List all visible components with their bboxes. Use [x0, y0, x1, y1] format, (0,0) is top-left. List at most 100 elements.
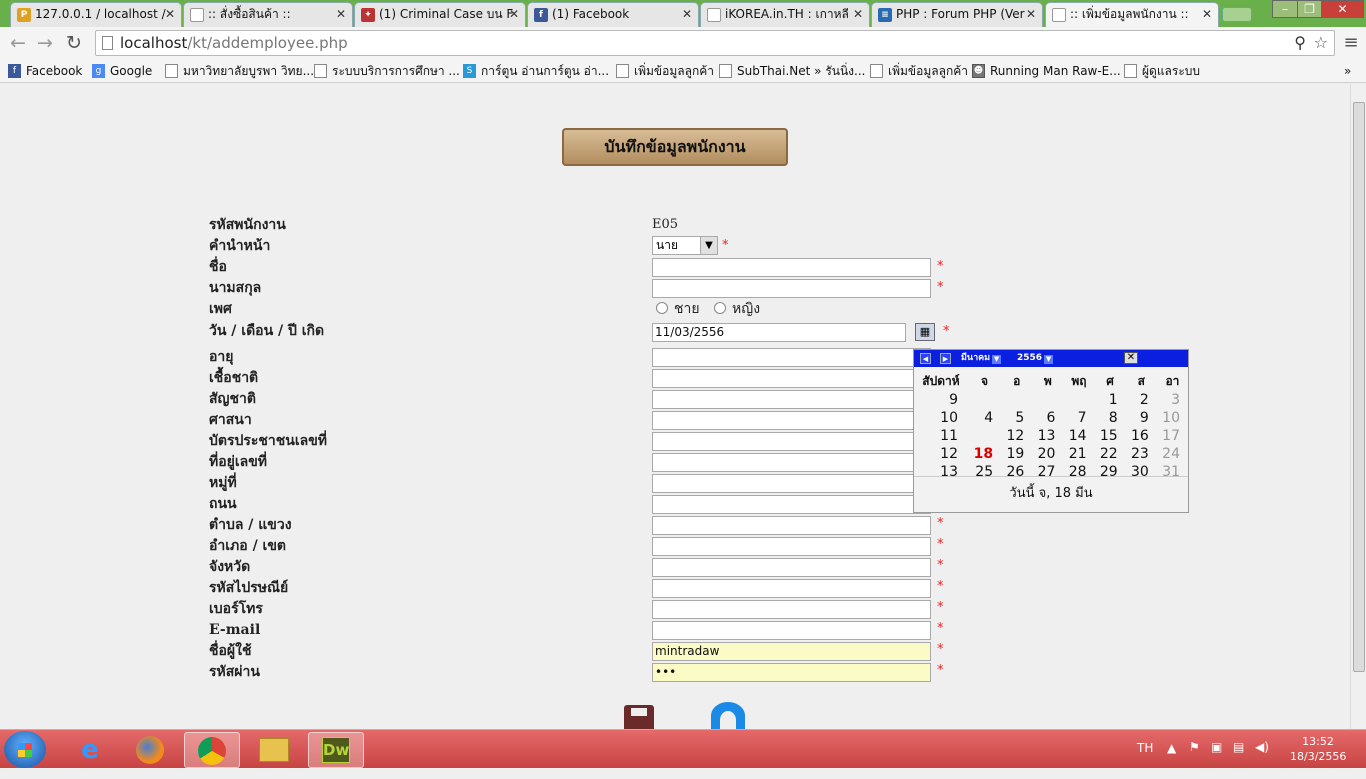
id-card-input[interactable]: [652, 432, 931, 451]
dropdown-arrow-icon[interactable]: ▼: [992, 355, 1002, 364]
reload-icon[interactable]: ↻: [62, 31, 86, 55]
tab-php-forum[interactable]: ≡ PHP : Forum PHP (Ver ✕: [871, 2, 1043, 27]
calendar-day[interactable]: 24: [1157, 445, 1188, 463]
star-icon[interactable]: ☆: [1314, 31, 1328, 55]
bookmark-admin[interactable]: ผู้ดูแลระบบ: [1124, 62, 1200, 80]
close-icon[interactable]: ✕: [1026, 3, 1036, 26]
religion-input[interactable]: [652, 411, 931, 430]
bookmark-education[interactable]: ระบบบริการการศึกษา ...: [314, 62, 460, 80]
calendar-day[interactable]: 8: [1095, 409, 1126, 427]
age-input[interactable]: [652, 348, 931, 367]
calendar-day[interactable]: 12: [1001, 427, 1032, 445]
email-input[interactable]: [652, 621, 931, 640]
tab-ikorea[interactable]: iKOREA.in.TH : เกาหลี ✕: [700, 2, 870, 27]
month-select[interactable]: มีนาคม ▼: [961, 350, 1002, 367]
calendar-day[interactable]: 10: [1157, 409, 1188, 427]
first-name-input[interactable]: [652, 258, 931, 277]
last-name-input[interactable]: [652, 279, 931, 298]
network-icon[interactable]: ▤: [1233, 740, 1244, 754]
close-icon[interactable]: ✕: [853, 3, 863, 26]
vertical-scrollbar[interactable]: [1350, 84, 1366, 729]
calendar-day[interactable]: 22: [1095, 445, 1126, 463]
calendar-day[interactable]: 3: [1157, 391, 1188, 409]
phone-input[interactable]: [652, 600, 931, 619]
save-icon[interactable]: [624, 705, 654, 729]
close-icon[interactable]: ✕: [509, 3, 519, 26]
nationality-input[interactable]: [652, 390, 931, 409]
calendar-day[interactable]: 21: [1063, 445, 1094, 463]
province-input[interactable]: [652, 558, 931, 577]
clock[interactable]: 13:52 18/3/2556: [1290, 734, 1346, 764]
tab-order-products[interactable]: :: สั่งซื้อสินค้า :: ✕: [183, 2, 353, 27]
house-no-input[interactable]: [652, 453, 931, 472]
scrollbar-thumb[interactable]: [1353, 102, 1365, 672]
gender-male-radio[interactable]: [656, 302, 668, 314]
calendar-day[interactable]: 2: [1126, 391, 1157, 409]
calendar-icon[interactable]: ▦: [915, 323, 935, 341]
calendar-day[interactable]: 18: [968, 445, 1001, 463]
minimize-icon[interactable]: –: [1272, 0, 1298, 18]
file-explorer-icon[interactable]: [246, 732, 302, 768]
forward-arrow-icon[interactable]: →: [33, 31, 57, 55]
back-arrow-icon[interactable]: ←: [6, 31, 30, 55]
start-button[interactable]: [4, 731, 46, 768]
bookmark-add-customer[interactable]: เพิ่มข้อมูลลูกค้า: [616, 62, 714, 80]
ethnicity-input[interactable]: [652, 369, 931, 388]
today-footer[interactable]: วันนี้ จ, 18 มีน: [914, 476, 1188, 512]
village-input[interactable]: [652, 474, 931, 493]
device-icon[interactable]: ▣: [1211, 740, 1222, 754]
close-icon[interactable]: ✕: [682, 3, 692, 26]
calendar-day[interactable]: 17: [1157, 427, 1188, 445]
dropdown-arrow-icon[interactable]: ▼: [1044, 355, 1054, 364]
prefix-select[interactable]: นาย ▼: [652, 236, 718, 255]
calendar-day[interactable]: 19: [1001, 445, 1032, 463]
show-hidden-icons-icon[interactable]: ▲: [1167, 741, 1176, 755]
chrome-icon[interactable]: [184, 732, 240, 768]
bookmark-burapha[interactable]: มหาวิทยาลัยบูรพา วิทย...: [165, 62, 314, 80]
firefox-icon[interactable]: [122, 732, 178, 768]
tab-phpmyadmin[interactable]: P 127.0.0.1 / localhost / ✕: [10, 2, 182, 27]
bookmark-cartoon[interactable]: S การ์ตูน อ่านการ์ตูน อ่า...: [463, 62, 609, 80]
volume-icon[interactable]: ◀): [1255, 740, 1269, 754]
road-input[interactable]: [652, 495, 931, 514]
tab-facebook[interactable]: f (1) Facebook ✕: [527, 2, 699, 27]
username-input[interactable]: mintradaw: [652, 642, 931, 661]
close-window-icon[interactable]: ✕: [1321, 0, 1364, 18]
flag-icon[interactable]: ⚑: [1189, 740, 1200, 754]
calendar-day[interactable]: 20: [1032, 445, 1063, 463]
calendar-day[interactable]: 1: [1095, 391, 1126, 409]
district-input[interactable]: [652, 537, 931, 556]
bookmark-google[interactable]: g Google: [92, 62, 152, 80]
tab-add-employee[interactable]: :: เพิ่มข้อมูลพนักงาน :: ✕: [1045, 2, 1219, 27]
tab-criminal-case[interactable]: ✦ (1) Criminal Case บน F ✕: [354, 2, 526, 27]
gender-female-radio[interactable]: [714, 302, 727, 314]
dreamweaver-icon[interactable]: Dw: [308, 732, 364, 768]
birth-date-input[interactable]: 11/03/2556: [652, 323, 906, 342]
calendar-day[interactable]: 6: [1032, 409, 1063, 427]
calendar-day[interactable]: 14: [1063, 427, 1094, 445]
prev-month-icon[interactable]: ◀: [920, 353, 931, 364]
close-icon[interactable]: ✕: [1202, 3, 1212, 26]
close-icon[interactable]: ✕: [336, 3, 346, 26]
dropdown-arrow-icon[interactable]: ▼: [700, 237, 717, 254]
year-select[interactable]: 2556 ▼: [1017, 350, 1054, 367]
calendar-day[interactable]: 15: [1095, 427, 1126, 445]
calendar-day[interactable]: 5: [1001, 409, 1032, 427]
close-icon[interactable]: ✕: [1124, 352, 1138, 364]
subdistrict-input[interactable]: [652, 516, 931, 535]
postcode-input[interactable]: [652, 579, 931, 598]
bookmark-facebook[interactable]: f Facebook: [8, 62, 82, 80]
calendar-day[interactable]: 23: [1126, 445, 1157, 463]
next-month-icon[interactable]: ▶: [940, 353, 951, 364]
calendar-day[interactable]: 9: [1126, 409, 1157, 427]
menu-icon[interactable]: ≡: [1339, 31, 1363, 55]
password-input[interactable]: •••: [652, 663, 931, 682]
bookmark-subthai[interactable]: SubThai.Net » รันนิ่ง...: [719, 62, 865, 80]
restore-icon[interactable]: ❐: [1297, 0, 1322, 18]
reset-icon[interactable]: [711, 702, 745, 729]
bookmarks-overflow-icon[interactable]: »: [1344, 62, 1351, 80]
calendar-day[interactable]: 7: [1063, 409, 1094, 427]
close-icon[interactable]: ✕: [165, 3, 175, 26]
calendar-day[interactable]: 4: [968, 409, 1001, 427]
bookmark-add-customer-2[interactable]: เพิ่มข้อมูลลูกค้า: [870, 62, 968, 80]
